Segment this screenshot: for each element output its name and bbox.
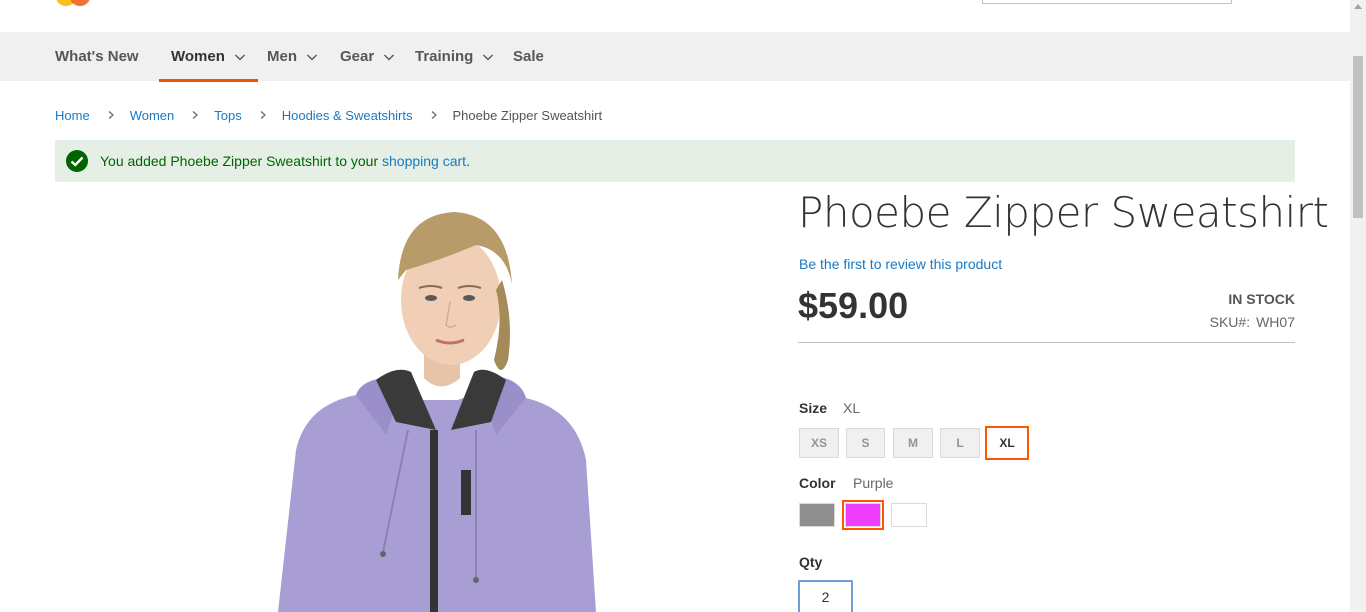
breadcrumb: Home Women Tops Hoodies & Sweatshirts Ph… <box>55 106 602 124</box>
nav-item-training[interactable]: Training <box>415 32 494 81</box>
chevron-down-icon <box>384 54 395 60</box>
main-navigation: What's New Women Men Gear Training Sale <box>0 32 1350 82</box>
size-option-xs[interactable]: XS <box>799 428 839 458</box>
product-title: Phoebe Zipper Sweatshirt <box>798 188 1329 237</box>
sku-value: WH07 <box>1256 314 1295 330</box>
size-label: Size <box>799 400 828 416</box>
chevron-down-icon <box>234 54 245 60</box>
size-option-xl[interactable]: XL <box>985 426 1029 460</box>
nav-item-label: What's New <box>55 48 139 65</box>
review-link[interactable]: Be the first to review this product <box>799 256 1002 272</box>
product-photo <box>56 190 794 612</box>
qty-input[interactable] <box>798 580 853 612</box>
color-swatch-purple[interactable] <box>842 500 884 530</box>
search-input[interactable] <box>982 0 1232 4</box>
breadcrumb-hoodies[interactable]: Hoodies & Sweatshirts <box>282 108 413 123</box>
checkmark-circle-icon <box>66 150 88 172</box>
breadcrumb-current: Phoebe Zipper Sweatshirt <box>452 107 603 123</box>
breadcrumb-tops[interactable]: Tops <box>214 108 241 123</box>
chevron-right-icon <box>108 111 114 119</box>
qty-label: Qty <box>799 554 823 570</box>
chevron-right-icon <box>260 111 266 119</box>
nav-item-label: Women <box>171 48 225 65</box>
shopping-cart-link[interactable]: shopping cart <box>382 153 466 169</box>
nav-item-women[interactable]: Women <box>159 32 258 82</box>
nav-item-whats-new[interactable]: What's New <box>55 32 139 81</box>
nav-item-label: Training <box>415 48 474 65</box>
success-message: You added Phoebe Zipper Sweatshirt to yo… <box>55 140 1295 182</box>
size-option-s[interactable]: S <box>846 428 885 458</box>
store-logo[interactable] <box>56 0 100 8</box>
nav-item-label: Sale <box>513 48 544 65</box>
product-image[interactable] <box>56 190 794 612</box>
breadcrumb-home[interactable]: Home <box>55 108 90 123</box>
product-sku: SKU#: WH07 <box>1210 314 1295 330</box>
product-price: $59.00 <box>798 285 909 326</box>
chevron-right-icon <box>192 111 199 119</box>
nav-item-label: Gear <box>340 48 375 65</box>
color-selected-value: Purple <box>853 475 894 491</box>
chevron-down-icon <box>307 54 317 60</box>
size-option-l[interactable]: L <box>940 428 980 458</box>
scrollbar[interactable] <box>1350 0 1366 612</box>
sku-label: SKU#: <box>1209 314 1251 330</box>
nav-item-gear[interactable]: Gear <box>340 32 395 81</box>
scroll-thumb[interactable] <box>1353 56 1363 218</box>
chevron-down-icon <box>483 54 494 60</box>
header-top <box>0 0 1350 32</box>
color-swatch-gray[interactable] <box>799 503 835 527</box>
message-text: You added Phoebe Zipper Sweatshirt to yo… <box>100 153 470 169</box>
size-option-m[interactable]: M <box>893 428 933 458</box>
nav-item-men[interactable]: Men <box>267 32 318 81</box>
nav-item-sale[interactable]: Sale <box>513 32 544 81</box>
stock-status: IN STOCK <box>1228 291 1295 307</box>
divider <box>798 342 1295 343</box>
scroll-up-arrow-icon[interactable] <box>1354 4 1362 9</box>
size-selected-value: XL <box>843 400 861 416</box>
nav-item-label: Men <box>267 48 297 65</box>
color-label: Color <box>799 475 836 491</box>
breadcrumb-women[interactable]: Women <box>130 108 175 123</box>
chevron-right-icon <box>431 111 437 119</box>
color-swatch-white[interactable] <box>891 503 927 527</box>
